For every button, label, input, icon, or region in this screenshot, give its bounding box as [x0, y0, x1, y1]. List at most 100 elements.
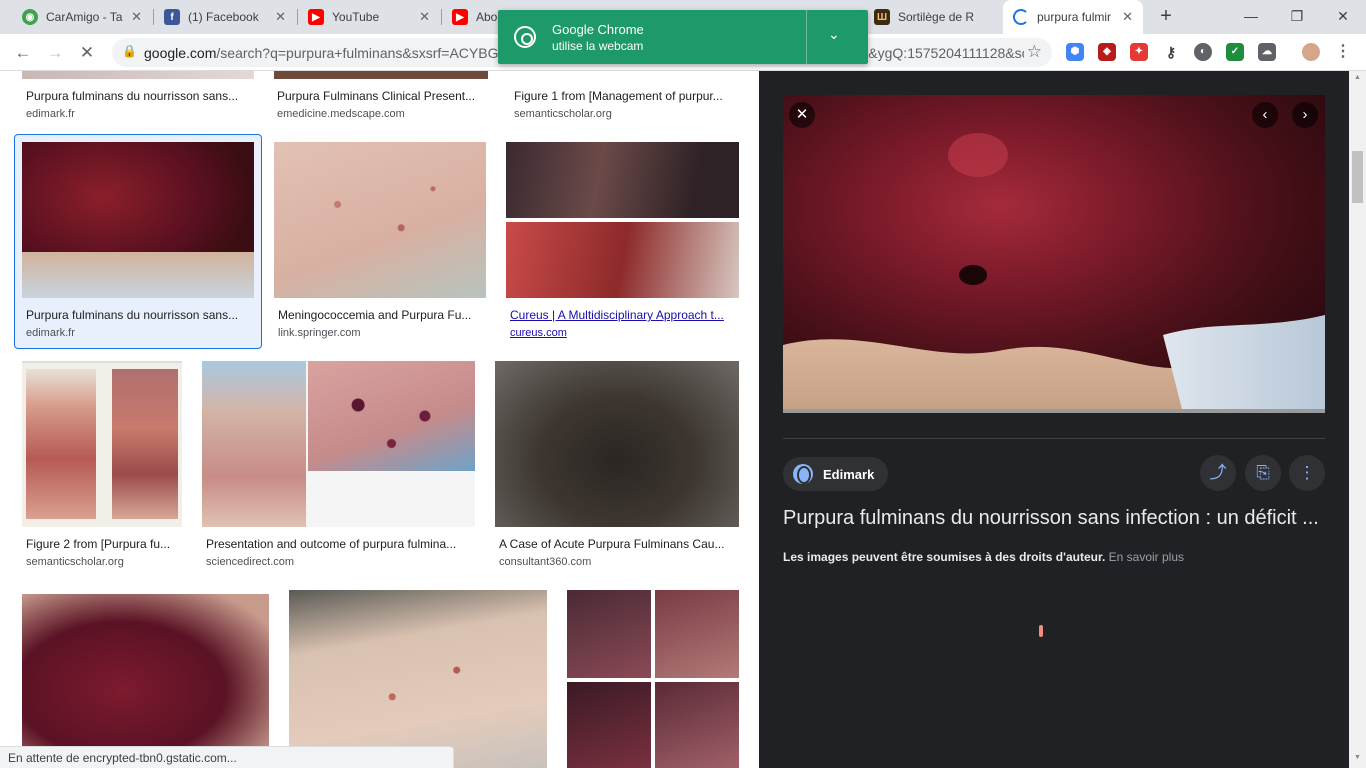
close-icon[interactable]: ✕ — [131, 9, 142, 25]
loading-icon — [1013, 9, 1029, 25]
tab-caramigo[interactable]: ◉ CarAmigo - Ta ✕ — [12, 0, 152, 34]
next-image-button[interactable]: › — [1292, 102, 1318, 128]
extension-red-icon[interactable]: ✦ — [1130, 43, 1148, 61]
webcam-icon — [514, 26, 536, 48]
thumbnail-detail — [202, 361, 306, 527]
tab-purpura-active[interactable]: purpura fulmir ✕ — [1003, 0, 1143, 34]
extension-icon[interactable]: ⬢ — [1066, 43, 1084, 61]
result-source[interactable]: cureus.com — [510, 327, 567, 339]
tab-youtube[interactable]: ▶ YouTube ✕ — [298, 0, 440, 34]
thumbnail-detail — [22, 252, 254, 298]
source-chip[interactable]: Edimark — [783, 457, 889, 491]
result-caption[interactable]: Purpura fulminans du nourrisson sans... — [26, 308, 250, 322]
webcam-notification[interactable]: Google Chrome utilise la webcam ⌄ — [498, 10, 868, 64]
preview-image[interactable] — [783, 95, 1325, 413]
new-tab-button[interactable]: + — [1154, 5, 1178, 29]
close-preview-button[interactable]: ✕ — [789, 102, 815, 128]
forward-button[interactable]: → — [42, 40, 68, 66]
save-bookmark-button[interactable]: ⎘ — [1245, 455, 1281, 491]
previous-image-button[interactable]: ‹ — [1252, 102, 1278, 128]
shield-icon[interactable]: ✓ — [1226, 43, 1244, 61]
result-thumbnail[interactable] — [22, 594, 269, 768]
thumbnail-detail — [308, 361, 475, 471]
ublock-icon[interactable]: ◈ — [1098, 43, 1116, 61]
image-results-grid: Purpura fulminans du nourrisson sans... … — [0, 71, 758, 768]
url-host: google.com — [144, 45, 217, 61]
preview-image-drawing — [783, 95, 1325, 413]
result-caption[interactable]: Figure 1 from [Management of purpur... — [514, 89, 736, 103]
minimize-button[interactable]: — — [1228, 0, 1274, 34]
discord-icon[interactable]: ◐ — [1194, 43, 1212, 61]
result-thumbnail[interactable] — [202, 361, 475, 527]
result-source[interactable]: link.springer.com — [278, 327, 361, 339]
tab-title: YouTube — [332, 10, 380, 24]
menu-dots-icon[interactable]: ⋮ — [1334, 43, 1352, 61]
thumbnail-detail — [567, 590, 651, 678]
tab-title: CarAmigo - Ta — [46, 10, 123, 24]
result-source[interactable]: edimark.fr — [26, 327, 75, 339]
game-icon: Ш — [874, 9, 890, 25]
result-thumbnail[interactable] — [274, 71, 488, 79]
result-thumbnail[interactable] — [22, 361, 182, 527]
status-bar: En attente de encrypted-tbn0.gstatic.com… — [0, 746, 454, 768]
scroll-up-arrow[interactable]: ▲ — [1352, 74, 1363, 86]
maximize-button[interactable]: ❐ — [1274, 0, 1320, 34]
chevron-down-icon[interactable]: ⌄ — [828, 26, 840, 43]
bookmark-star-icon[interactable]: ☆ — [1027, 42, 1042, 62]
result-source[interactable]: sciencedirect.com — [206, 556, 294, 568]
copyright-notice: Les images peuvent être soumises à des d… — [783, 550, 1184, 564]
tab-title: purpura fulmir — [1037, 10, 1112, 24]
result-source[interactable]: emedicine.medscape.com — [277, 108, 405, 120]
tab-title: (1) Facebook — [188, 10, 259, 24]
result-source[interactable]: semanticscholar.org — [514, 108, 612, 120]
result-thumbnail[interactable] — [289, 590, 547, 768]
scroll-down-arrow[interactable]: ▼ — [1352, 754, 1363, 766]
preview-title[interactable]: Purpura fulminans du nourrisson sans inf… — [783, 507, 1325, 530]
result-caption[interactable]: Figure 2 from [Purpura fu... — [26, 537, 182, 551]
result-caption[interactable]: A Case of Acute Purpura Fulminans Cau... — [499, 537, 737, 551]
close-icon[interactable]: ✕ — [1122, 9, 1133, 25]
globe-icon — [793, 464, 813, 484]
result-caption[interactable]: Purpura fulminans du nourrisson sans... — [26, 89, 250, 103]
key-icon[interactable]: ⚷ — [1162, 43, 1180, 61]
close-icon[interactable]: ✕ — [419, 9, 430, 25]
tab-sortilege[interactable]: Ш Sortilège de R — [864, 0, 1002, 34]
lock-icon: 🔒 — [122, 44, 137, 58]
back-button[interactable]: ← — [10, 40, 36, 66]
result-source[interactable]: semanticscholar.org — [26, 556, 124, 568]
result-thumbnail[interactable] — [567, 590, 739, 768]
thumbnail-detail — [506, 142, 739, 218]
image-preview-panel: ✕ ‹ › Edimark ⤴ ⎘ ⋮ Purpura fulminans du… — [759, 71, 1349, 768]
result-caption[interactable]: Presentation and outcome of purpura fulm… — [206, 537, 472, 551]
panel-divider — [783, 438, 1325, 439]
result-caption[interactable]: Cureus | A Multidisciplinary Approach t.… — [510, 308, 736, 322]
result-caption[interactable]: Meningococcemia and Purpura Fu... — [278, 308, 482, 322]
notification-divider — [806, 10, 807, 64]
result-thumbnail[interactable] — [22, 142, 254, 298]
share-button[interactable]: ⤴ — [1200, 455, 1236, 491]
loading-indicator — [1039, 625, 1043, 637]
result-caption[interactable]: Purpura Fulminans Clinical Present... — [277, 89, 487, 103]
close-window-button[interactable]: ✕ — [1320, 0, 1366, 34]
result-source[interactable]: edimark.fr — [26, 108, 75, 120]
thumbnail-detail — [506, 222, 739, 298]
close-icon[interactable]: ✕ — [275, 9, 286, 25]
url-path: /search?q=purpura+fulminans&sxsrf=ACYBG — [216, 45, 499, 61]
result-thumbnail[interactable] — [22, 71, 254, 79]
stop-button[interactable]: ✕ — [74, 40, 100, 66]
copyright-text: Les images peuvent être soumises à des d… — [783, 550, 1106, 564]
source-chip-label: Edimark — [823, 466, 875, 482]
result-thumbnail[interactable] — [274, 142, 486, 298]
youtube-icon: ▶ — [308, 9, 324, 25]
avatar[interactable] — [1302, 43, 1320, 61]
tab-facebook[interactable]: f (1) Facebook ✕ — [154, 0, 296, 34]
learn-more-link[interactable]: En savoir plus — [1109, 550, 1184, 564]
result-thumbnail[interactable] — [506, 142, 739, 298]
result-thumbnail[interactable] — [495, 361, 739, 527]
caramigo-icon: ◉ — [22, 9, 38, 25]
result-source[interactable]: consultant360.com — [499, 556, 591, 568]
thumbnail-detail — [26, 369, 96, 519]
cloud-icon[interactable]: ☁ — [1258, 43, 1276, 61]
more-options-button[interactable]: ⋮ — [1289, 455, 1325, 491]
scrollbar-thumb[interactable] — [1352, 151, 1363, 203]
